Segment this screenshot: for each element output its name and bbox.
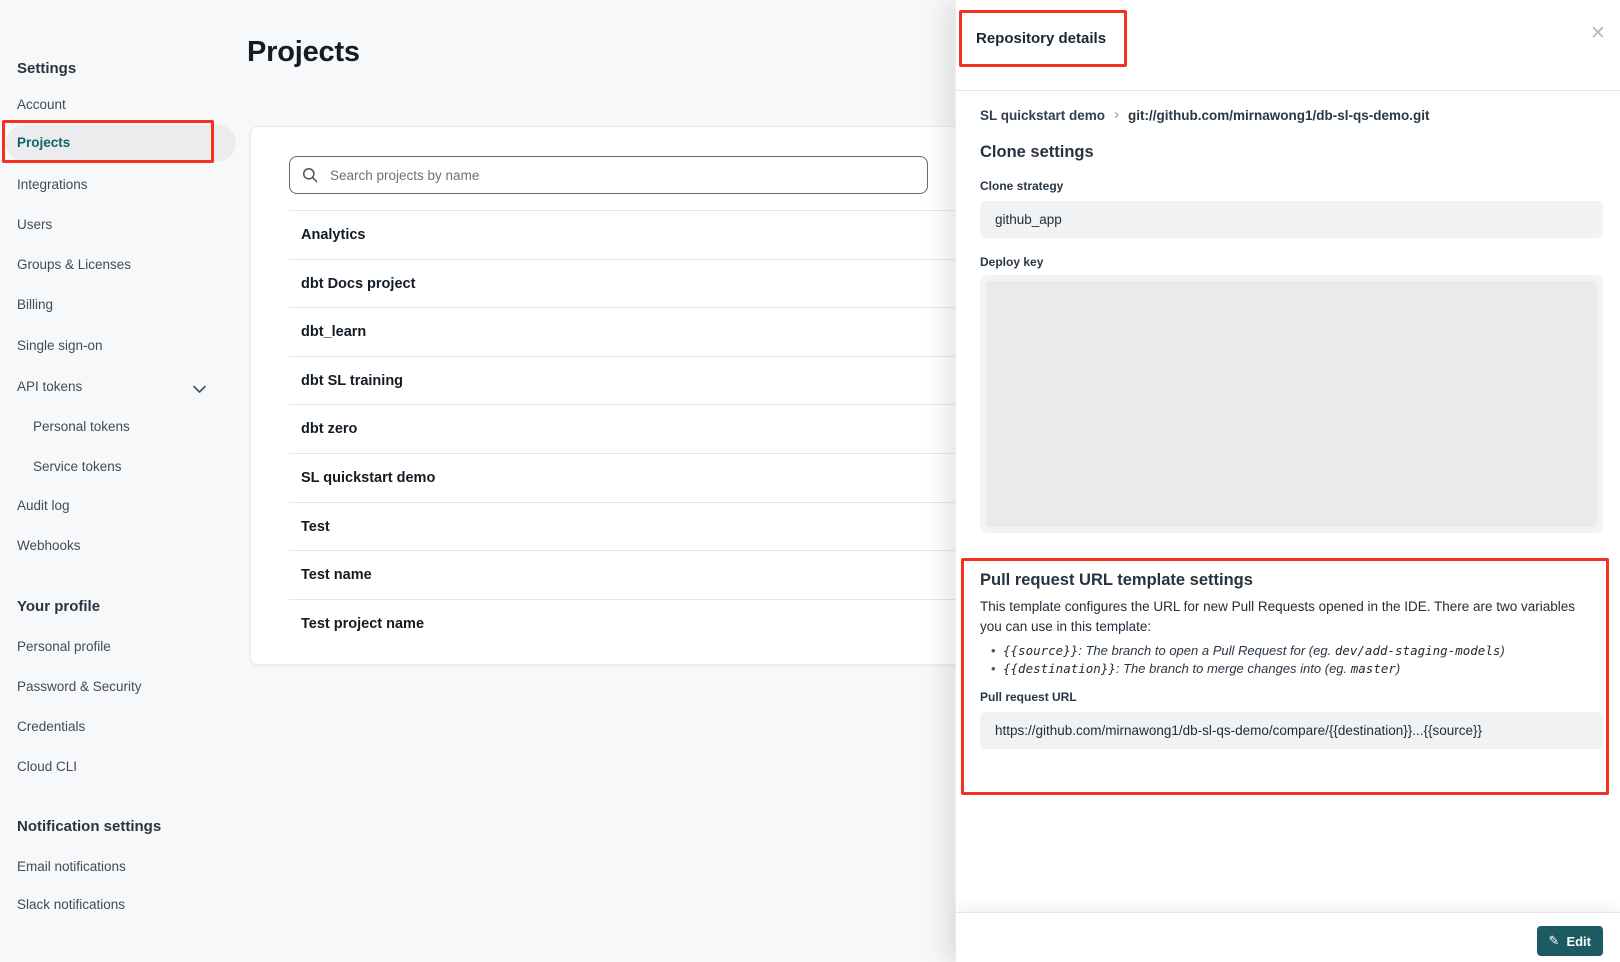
pull-request-url-label: Pull request URL	[980, 690, 1606, 705]
pr-template-variables-list: •{{source}}: The branch to open a Pull R…	[991, 642, 1606, 677]
annotation-box-pr-template-section: Pull request URL template settings This …	[961, 558, 1609, 795]
sidebar-item-credentials[interactable]: Credentials	[17, 718, 85, 735]
list-item: •{{destination}}: The branch to merge ch…	[991, 660, 1606, 678]
variable-destination-code: {{destination}}	[1003, 661, 1116, 676]
sidebar-item-cloud-cli[interactable]: Cloud CLI	[17, 758, 77, 775]
settings-sidebar: Settings Account Projects Integrations U…	[0, 0, 240, 962]
clone-settings-heading: Clone settings	[980, 141, 1094, 163]
sidebar-item-password-security[interactable]: Password & Security	[17, 678, 142, 695]
panel-title: Repository details	[976, 30, 1106, 47]
sidebar-item-account[interactable]: Account	[17, 96, 66, 113]
sidebar-item-email-notifications[interactable]: Email notifications	[17, 858, 126, 875]
chevron-down-icon[interactable]	[193, 381, 206, 399]
clone-strategy-value: github_app	[980, 201, 1603, 238]
edit-button[interactable]: ✎ Edit	[1537, 926, 1603, 956]
variable-destination-example: master	[1351, 661, 1396, 676]
sidebar-item-users[interactable]: Users	[17, 216, 52, 233]
sidebar-item-api-tokens[interactable]: API tokens	[17, 378, 82, 395]
sidebar-item-integrations[interactable]: Integrations	[17, 176, 88, 193]
variable-source-example: dev/add-staging-models	[1335, 643, 1501, 658]
sidebar-item-service-tokens[interactable]: Service tokens	[33, 458, 122, 475]
page-title: Projects	[247, 36, 360, 69]
deploy-key-label: Deploy key	[980, 255, 1043, 270]
bullet-icon: •	[991, 642, 1003, 660]
breadcrumb: SL quickstart demo › git://github.com/mi…	[980, 105, 1430, 125]
pull-request-url-value: https://github.com/mirnawong1/db-sl-qs-d…	[980, 712, 1603, 749]
search-icon	[302, 167, 318, 188]
sidebar-item-slack-notifications[interactable]: Slack notifications	[17, 896, 125, 913]
annotation-box-repository-details: Repository details	[959, 10, 1127, 67]
pencil-icon: ✎	[1549, 933, 1560, 949]
deploy-key-value	[980, 275, 1603, 533]
variable-source-suffix: )	[1500, 643, 1504, 658]
variable-source-text: : The branch to open a Pull Request for …	[1078, 643, 1335, 658]
sidebar-item-audit-log[interactable]: Audit log	[17, 497, 70, 514]
clone-strategy-label: Clone strategy	[980, 179, 1063, 194]
list-item: •{{source}}: The branch to open a Pull R…	[991, 642, 1606, 660]
search-field	[289, 156, 928, 194]
variable-source-code: {{source}}	[1003, 643, 1078, 658]
bullet-icon: •	[991, 660, 1003, 678]
sidebar-item-billing[interactable]: Billing	[17, 296, 53, 313]
sidebar-heading-notification-settings: Notification settings	[17, 818, 161, 836]
repository-details-panel: Repository details ✕ SL quickstart demo …	[955, 0, 1620, 962]
sidebar-heading-your-profile: Your profile	[17, 598, 100, 616]
sidebar-heading-settings: Settings	[17, 60, 76, 78]
breadcrumb-repo-url: git://github.com/mirnawong1/db-sl-qs-dem…	[1128, 108, 1429, 123]
close-icon[interactable]: ✕	[1586, 22, 1610, 46]
breadcrumb-project[interactable]: SL quickstart demo	[980, 108, 1105, 123]
chevron-right-icon: ›	[1114, 106, 1119, 124]
panel-footer: ✎ Edit	[956, 912, 1620, 962]
variable-destination-suffix: )	[1396, 661, 1400, 676]
sidebar-item-projects-label: Projects	[17, 125, 70, 161]
edit-button-label: Edit	[1566, 934, 1591, 949]
sidebar-item-groups-licenses[interactable]: Groups & Licenses	[17, 256, 131, 273]
pr-template-heading: Pull request URL template settings	[980, 569, 1590, 591]
sidebar-item-single-sign-on[interactable]: Single sign-on	[17, 337, 103, 354]
sidebar-item-personal-profile[interactable]: Personal profile	[17, 638, 111, 655]
panel-header-divider	[956, 90, 1620, 91]
variable-destination-text: : The branch to merge changes into (eg.	[1116, 661, 1351, 676]
deploy-key-redacted-content	[986, 281, 1597, 527]
sidebar-item-projects[interactable]: Projects	[6, 125, 236, 161]
pr-template-description: This template configures the URL for new…	[980, 597, 1590, 636]
search-input[interactable]	[289, 156, 928, 194]
sidebar-item-personal-tokens[interactable]: Personal tokens	[33, 418, 130, 435]
sidebar-item-webhooks[interactable]: Webhooks	[17, 537, 81, 554]
